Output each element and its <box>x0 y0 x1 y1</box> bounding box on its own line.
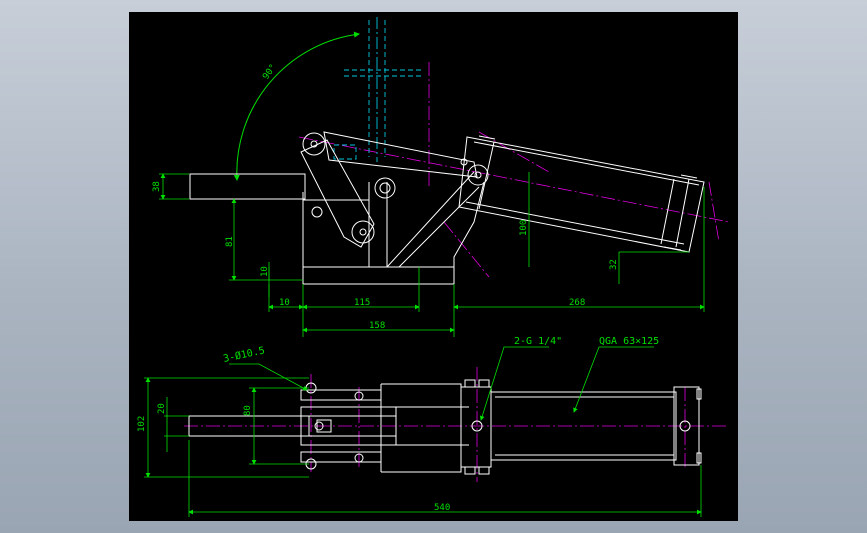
hole-callout: 3-Ø10.5 <box>222 344 266 365</box>
top-body <box>188 379 702 475</box>
top-dimensions <box>144 346 702 517</box>
side-view: 90° 38 81 10 100 32 10 115 268 158 <box>152 17 730 337</box>
dim-158: 158 <box>369 321 385 331</box>
dim-38: 38 <box>152 181 162 192</box>
dim-10-vertical: 10 <box>260 266 270 277</box>
clamp-body <box>302 171 485 285</box>
dim-540: 540 <box>434 503 450 513</box>
dim-115: 115 <box>354 298 370 308</box>
top-view: 102 20 80 540 3-Ø10.5 2-G 1/4" QGA 63×12… <box>137 336 729 517</box>
cad-drawing: 90° 38 81 10 100 32 10 115 268 158 102 2… <box>137 17 730 517</box>
dim-100: 100 <box>519 220 529 236</box>
side-dimensions <box>159 172 705 337</box>
pneumatic-cylinder <box>458 135 705 253</box>
dim-268: 268 <box>569 298 585 308</box>
side-centerlines <box>298 62 730 278</box>
dim-80: 80 <box>243 405 253 416</box>
dim-32: 32 <box>609 259 619 270</box>
drawing-canvas: 90° 38 81 10 100 32 10 115 268 158 102 2… <box>129 12 738 521</box>
dim-81: 81 <box>225 236 235 247</box>
cylinder-callout: QGA 63×125 <box>599 336 659 347</box>
port-callout: 2-G 1/4" <box>514 336 562 347</box>
dim-102: 102 <box>137 416 147 432</box>
angle-label: 90° <box>261 63 279 82</box>
hidden-handle-open <box>333 17 424 162</box>
handle-bar <box>189 173 306 200</box>
dim-20: 20 <box>157 403 167 414</box>
angle-arc <box>233 31 360 181</box>
lever-links <box>300 131 489 248</box>
dim-10: 10 <box>279 298 290 308</box>
